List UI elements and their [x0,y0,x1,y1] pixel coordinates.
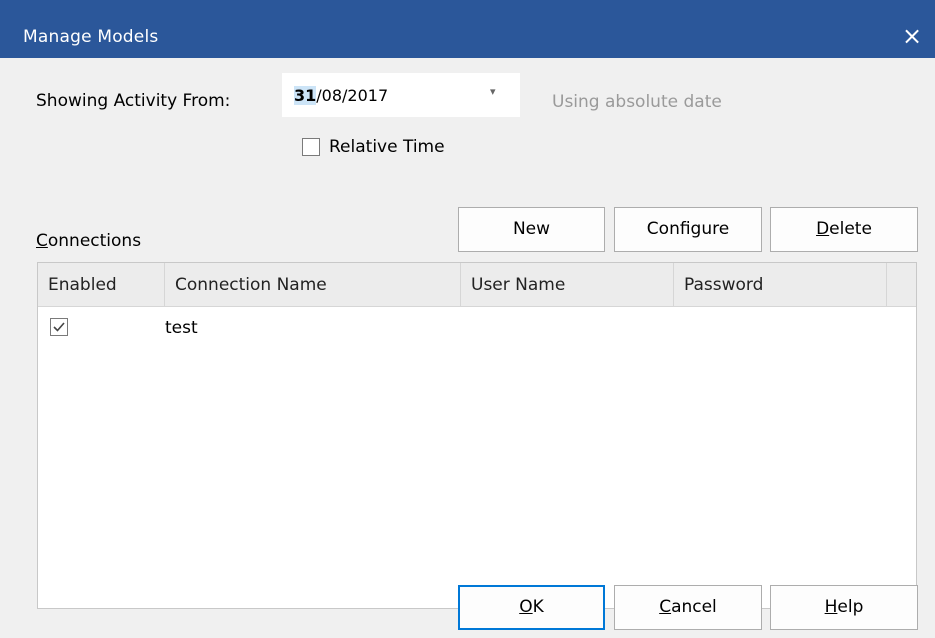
column-header-enabled[interactable]: Enabled [38,263,165,307]
window-title: Manage Models [23,27,159,47]
activity-date-value[interactable]: 31/08/2017 [294,86,388,105]
chevron-down-icon[interactable]: ▾ [490,85,496,98]
date-day-segment[interactable]: 31 [294,86,317,105]
help-button[interactable]: Help [770,585,918,630]
close-icon[interactable]: × [899,23,925,49]
activity-date-picker[interactable]: 31/08/2017 ▾ [282,73,520,117]
row-enabled-checkbox[interactable] [50,318,68,336]
activity-from-label: Showing Activity From: [36,91,231,111]
column-header-password[interactable]: Password [674,263,887,307]
column-header-user-name[interactable]: User Name [461,263,674,307]
ok-button[interactable]: OK [458,585,605,630]
checkmark-icon [53,322,65,332]
new-connection-button[interactable]: New [458,207,605,252]
title-bar: Manage Models × [0,0,935,58]
relative-time-checkbox[interactable] [302,138,320,156]
date-rest-segment[interactable]: /08/2017 [316,86,388,105]
cancel-button[interactable]: Cancel [614,585,762,630]
delete-connection-button[interactable]: Delete [770,207,918,252]
row-connection-name: test [165,318,198,338]
configure-connection-button[interactable]: Configure [614,207,762,252]
column-header-connection-name[interactable]: Connection Name [165,263,461,307]
table-row[interactable]: test [38,308,916,348]
date-mode-hint: Using absolute date [552,92,722,112]
table-header: Enabled Connection Name User Name Passwo… [38,263,916,307]
connections-table[interactable]: Enabled Connection Name User Name Passwo… [37,262,917,609]
relative-time-label[interactable]: Relative Time [329,137,445,157]
connections-label: Connections [36,231,142,251]
